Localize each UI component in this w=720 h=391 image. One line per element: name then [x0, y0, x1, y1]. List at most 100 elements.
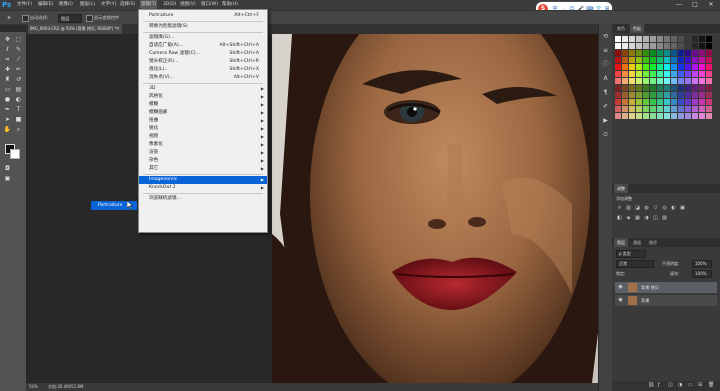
color-swatch[interactable]: [699, 106, 705, 112]
color-swatch[interactable]: [664, 57, 670, 63]
color-swatch[interactable]: [657, 43, 663, 49]
color-swatch[interactable]: [636, 50, 642, 56]
color-swatch[interactable]: [685, 85, 691, 91]
clone-stamp-icon[interactable]: ♜: [3, 75, 12, 84]
auto-select-dropdown[interactable]: 图层: [58, 14, 82, 23]
color-swatch[interactable]: [671, 78, 677, 84]
color-swatch[interactable]: [671, 71, 677, 77]
delete-layer-icon[interactable]: 🗑: [708, 382, 714, 388]
color-swatch[interactable]: [629, 113, 635, 119]
layer-row[interactable]: ◉ 背景 拷贝: [615, 282, 717, 293]
zoom-level[interactable]: 50%: [29, 383, 38, 391]
color-swatch[interactable]: [629, 57, 635, 63]
color-swatch[interactable]: [657, 113, 663, 119]
fill-field[interactable]: 100%: [692, 270, 712, 278]
color-swatch[interactable]: [650, 106, 656, 112]
filter-menu-item[interactable]: Imagenomic ▶: [139, 176, 267, 184]
filter-menu-item[interactable]: 模糊 ▶: [139, 101, 267, 109]
color-swatch[interactable]: [664, 92, 670, 98]
color-swatch[interactable]: [699, 92, 705, 98]
filter-menu-item[interactable]: 液化(L)... Shift+Ctrl+X: [139, 66, 267, 74]
color-swatch[interactable]: [692, 64, 698, 70]
pen-tool-icon[interactable]: ✒: [3, 105, 12, 114]
info-icon[interactable]: ⓘ: [601, 60, 610, 69]
color-swatch[interactable]: [678, 43, 684, 49]
color-swatch[interactable]: [706, 78, 712, 84]
brightness-icon[interactable]: ☼: [616, 205, 623, 212]
type-tool-icon[interactable]: T: [14, 105, 23, 114]
color-swatch[interactable]: [678, 71, 684, 77]
filter-menu-item[interactable]: 锐化 ▶: [139, 125, 267, 133]
color-swatch[interactable]: [692, 36, 698, 42]
color-swatch[interactable]: [671, 64, 677, 70]
color-swatch[interactable]: [678, 113, 684, 119]
color-swatch[interactable]: [629, 71, 635, 77]
blend-mode-dropdown[interactable]: 正常: [616, 260, 654, 268]
color-swatch[interactable]: [664, 78, 670, 84]
color-swatch[interactable]: [699, 71, 705, 77]
color-swatch[interactable]: [643, 78, 649, 84]
color-swatch[interactable]: [692, 99, 698, 105]
color-swatch[interactable]: [629, 85, 635, 91]
color-swatch[interactable]: [643, 99, 649, 105]
color-swatch[interactable]: [636, 99, 642, 105]
color-swatch[interactable]: [622, 92, 628, 98]
filter-menu-item[interactable]: 消失点(V)... Alt+Ctrl+V: [139, 74, 267, 82]
color-swatch[interactable]: [657, 92, 663, 98]
color-swatch[interactable]: [692, 106, 698, 112]
new-layer-icon[interactable]: ⊞: [698, 382, 702, 388]
filter-menu-item[interactable]: KnockOut 2 ▶: [139, 184, 267, 192]
brush-presets-icon[interactable]: ✐: [601, 102, 610, 111]
color-swatch[interactable]: [650, 50, 656, 56]
screen-mode-icon[interactable]: ▣: [3, 174, 12, 183]
color-swatch[interactable]: [706, 36, 712, 42]
menu-select[interactable]: 选择(S): [120, 0, 135, 10]
color-swatch[interactable]: [699, 64, 705, 70]
color-swatch[interactable]: [615, 78, 621, 84]
color-swatch[interactable]: [657, 85, 663, 91]
color-swatch[interactable]: [643, 113, 649, 119]
color-swatch[interactable]: [706, 92, 712, 98]
color-lookup-icon[interactable]: ▦: [634, 215, 641, 222]
show-transform-checkbox[interactable]: [86, 15, 93, 22]
dodge-tool-icon[interactable]: ◐: [14, 95, 23, 104]
color-swatch[interactable]: [692, 57, 698, 63]
curves-icon[interactable]: ◪: [634, 205, 641, 212]
color-swatch[interactable]: [699, 113, 705, 119]
close-button[interactable]: ✕: [704, 0, 718, 10]
channel-mixer-icon[interactable]: ◈: [625, 215, 632, 222]
color-swatch[interactable]: [650, 113, 656, 119]
color-swatch[interactable]: [636, 64, 642, 70]
menu-layer[interactable]: 图层(L): [80, 0, 95, 10]
color-swatch[interactable]: [629, 43, 635, 49]
visibility-eye-icon[interactable]: ◉: [617, 297, 624, 304]
filter-menu-item[interactable]: 扭曲 ▶: [139, 117, 267, 125]
eyedropper-icon[interactable]: ⁄: [14, 55, 23, 64]
color-swatch[interactable]: [650, 78, 656, 84]
invert-icon[interactable]: ◑: [643, 215, 650, 222]
color-swatch[interactable]: [706, 99, 712, 105]
color-swatch[interactable]: [657, 99, 663, 105]
color-swatch[interactable]: [664, 85, 670, 91]
color-swatch[interactable]: [650, 57, 656, 63]
maximize-button[interactable]: □: [688, 0, 702, 10]
color-swatch[interactable]: [678, 78, 684, 84]
color-swatch[interactable]: [650, 71, 656, 77]
color-swatch[interactable]: [622, 71, 628, 77]
color-swatch[interactable]: [671, 113, 677, 119]
submenu-item-portraiture[interactable]: Portraiture: [98, 201, 122, 210]
color-swatch[interactable]: [643, 64, 649, 70]
color-swatch[interactable]: [629, 99, 635, 105]
color-swatch[interactable]: [643, 85, 649, 91]
color-swatch[interactable]: [657, 57, 663, 63]
menu-file[interactable]: 文件(F): [17, 0, 32, 10]
color-swatch[interactable]: [685, 57, 691, 63]
color-swatch[interactable]: [629, 36, 635, 42]
color-swatch[interactable]: [664, 99, 670, 105]
color-swatch[interactable]: [622, 106, 628, 112]
visibility-eye-icon[interactable]: ◉: [617, 284, 624, 291]
quick-select-icon[interactable]: ✎: [14, 45, 23, 54]
color-swatch[interactable]: [657, 36, 663, 42]
filter-menu-item[interactable]: 3D ▶: [139, 85, 267, 93]
color-swatch[interactable]: [636, 57, 642, 63]
